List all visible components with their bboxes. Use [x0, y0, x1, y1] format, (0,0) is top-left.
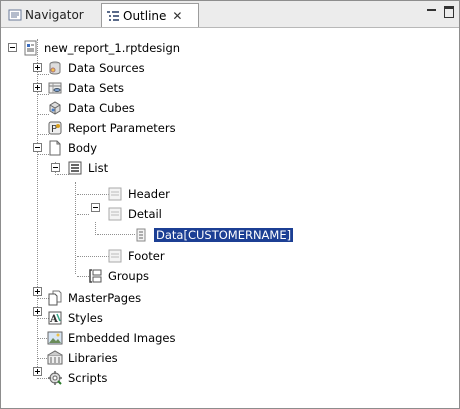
- tree-item-report[interactable]: new_report_1.rptdesign: [23, 38, 180, 57]
- collapse-toggle-root[interactable]: [8, 43, 17, 52]
- tree-item-footer[interactable]: Footer: [107, 246, 165, 265]
- close-icon[interactable]: ✕: [172, 9, 182, 23]
- data-item-icon: [133, 227, 149, 243]
- tab-outline[interactable]: Outline ✕: [101, 3, 199, 27]
- expand-toggle-master-pages[interactable]: [33, 287, 42, 296]
- minimize-icon[interactable]: [425, 5, 437, 19]
- list-icon: [67, 160, 83, 176]
- parameter-icon: P: [47, 120, 63, 136]
- expand-toggle-data-sources[interactable]: [33, 63, 42, 72]
- groups-icon: [87, 268, 103, 284]
- tab-outline-label: Outline: [123, 8, 167, 23]
- tree-item-label: new_report_1.rptdesign: [44, 40, 181, 55]
- tree-item-data-sources[interactable]: Data Sources: [47, 58, 145, 77]
- tree-item-detail[interactable]: Detail: [107, 204, 162, 223]
- data-cube-icon: [47, 100, 63, 116]
- tree-item-master-pages[interactable]: MasterPages: [47, 288, 141, 307]
- script-icon: [47, 370, 63, 386]
- data-source-icon: [47, 60, 63, 76]
- page-icon: [47, 140, 63, 156]
- collapse-toggle-detail[interactable]: [91, 203, 100, 212]
- tree-item-list[interactable]: List: [67, 158, 108, 177]
- styles-icon: A: [47, 310, 63, 326]
- outline-tree: new_report_1.rptdesign Data Sources Data…: [1, 28, 459, 408]
- tree-item-body[interactable]: Body: [47, 138, 97, 157]
- tree-item-embedded-images[interactable]: Embedded Images: [47, 328, 175, 347]
- expand-toggle-styles[interactable]: [33, 307, 42, 316]
- expand-toggle-scripts[interactable]: [33, 367, 42, 376]
- selected-item-label: Data[CUSTOMERNAME]: [152, 226, 295, 243]
- tree-item-scripts[interactable]: Scripts: [47, 368, 107, 387]
- tab-navigator-label: Navigator: [25, 8, 84, 22]
- navigator-icon: [8, 8, 22, 22]
- image-icon: [47, 330, 63, 346]
- tree-item-header[interactable]: Header: [107, 184, 170, 203]
- tree-item-data-cubes[interactable]: Data Cubes: [47, 98, 135, 117]
- svg-text:A: A: [49, 314, 58, 325]
- collapse-toggle-list[interactable]: [51, 163, 60, 172]
- outline-view: Navigator Outline ✕ new_report_1.rptdesi…: [0, 0, 460, 409]
- collapse-toggle-body[interactable]: [33, 143, 42, 152]
- tab-navigator[interactable]: Navigator: [4, 4, 100, 26]
- expand-toggle-data-sets[interactable]: [33, 83, 42, 92]
- band-icon: [107, 248, 123, 264]
- maximize-icon[interactable]: [444, 6, 454, 18]
- tree-item-libraries[interactable]: Libraries: [47, 348, 118, 367]
- tree-item-styles[interactable]: A Styles: [47, 308, 103, 327]
- tree-item-groups[interactable]: Groups: [87, 266, 149, 285]
- band-icon: [107, 186, 123, 202]
- tree-item-data-sets[interactable]: Data Sets: [47, 78, 124, 97]
- view-tab-bar: Navigator Outline ✕: [1, 1, 459, 28]
- data-set-icon: [47, 80, 63, 96]
- band-icon: [107, 206, 123, 222]
- report-design-icon: [23, 40, 39, 56]
- tree-item-data-customername[interactable]: Data[CUSTOMERNAME]: [133, 225, 295, 244]
- outline-icon: [106, 9, 120, 23]
- tree-item-report-parameters[interactable]: P Report Parameters: [47, 118, 176, 137]
- library-icon: [47, 349, 63, 366]
- master-page-icon: [47, 290, 63, 306]
